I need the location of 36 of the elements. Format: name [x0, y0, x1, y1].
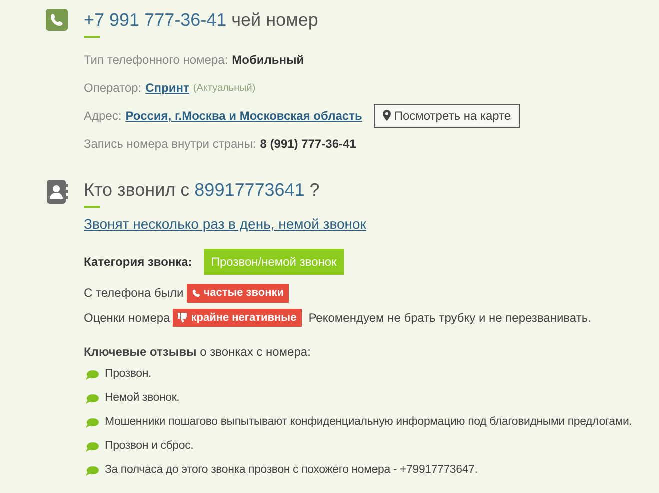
speech-bubble-icon [86, 442, 99, 452]
speech-bubble-icon [86, 370, 99, 380]
advice-text: Рекомендуем не брать трубку и не перезванивать. [308, 310, 592, 327]
field-label: Тип телефонного номера: [84, 52, 228, 69]
speech-bubble-icon [86, 418, 99, 428]
status-note: (Актуальный) [193, 82, 256, 96]
frequent-calls-badge: частые звонки [186, 284, 289, 302]
phone-icon [46, 9, 68, 31]
field-label: Оператор: [84, 80, 142, 97]
section-title: Кто звонил с 89917773641 ? [84, 179, 321, 202]
map-pin-icon [383, 110, 392, 121]
reviews-heading: Ключевые отзывы о звонках с номера: [84, 344, 312, 361]
thumbs-down-icon [178, 312, 188, 323]
section-title: +7 991 777-36-41 чей номер [84, 9, 320, 32]
category-tag: Прозвон/немой звонок [204, 249, 344, 275]
review-text: Немой звонок. [105, 391, 180, 406]
field-label: Запись номера внутри страны: [84, 136, 256, 153]
speech-bubble-icon [86, 466, 99, 476]
calls-label: С телефона были [84, 285, 184, 302]
field-value: 8 (991) 777-36-41 [260, 136, 356, 153]
speech-bubble-icon [86, 394, 99, 404]
review-text: Прозвон и сброс. [105, 439, 194, 454]
map-button[interactable]: Посмотреть на карте [374, 104, 520, 128]
contact-book-icon [46, 180, 68, 204]
field-link[interactable]: Спринт [146, 79, 190, 97]
review-text: Мошенники пошагово выпытывают конфиденциальную информацию под благовидными предлогами. [105, 415, 632, 430]
summary-link[interactable]: Звонят несколько раз в день, немой звонок [84, 214, 366, 235]
field-value: Мобильный [232, 52, 304, 69]
review-text: Прозвон. [105, 367, 152, 382]
field-link[interactable]: Россия, г.Москва и Московская область [126, 107, 362, 125]
category-label: Категория звонка: [84, 254, 192, 271]
phone-icon [192, 288, 201, 298]
field-label: Адрес: [84, 108, 122, 125]
review-text: За полчаса до этого звонка прозвон с похожего номера - +79917773647. [105, 463, 478, 478]
ratings-label: Оценки номера [84, 310, 170, 327]
negative-rating-badge: крайне негативные [173, 308, 302, 327]
